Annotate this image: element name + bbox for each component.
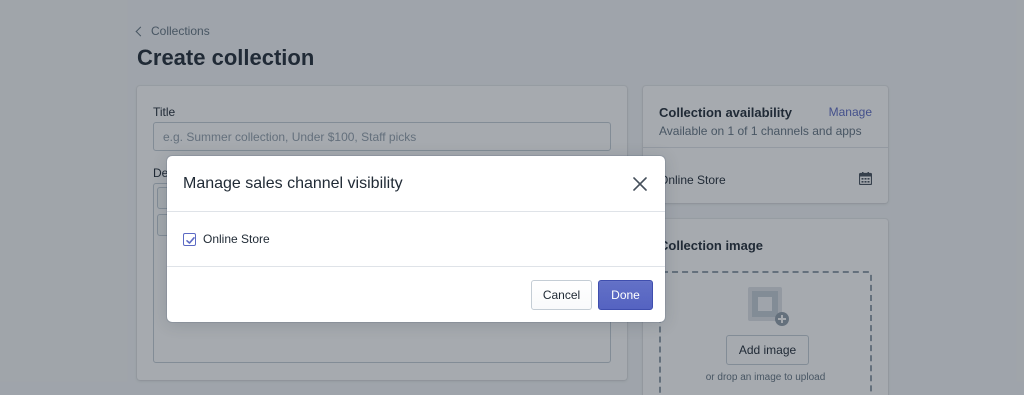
done-button[interactable]: Done [598,280,653,310]
cancel-button[interactable]: Cancel [531,280,592,310]
close-icon[interactable] [629,173,651,195]
modal-body: Online Store [167,212,665,267]
modal-title: Manage sales channel visibility [183,175,403,192]
page: Collections Create collection Title e.g.… [0,0,1024,395]
sales-channel-modal: Manage sales channel visibility Online S… [167,156,665,322]
online-store-label: Online Store [203,232,270,246]
online-store-checkbox[interactable] [183,232,196,246]
channel-option-online-store[interactable]: Online Store [183,232,270,246]
modal-header: Manage sales channel visibility [167,156,665,212]
checkmark-icon [186,236,195,244]
modal-footer: Cancel Done [167,267,665,322]
